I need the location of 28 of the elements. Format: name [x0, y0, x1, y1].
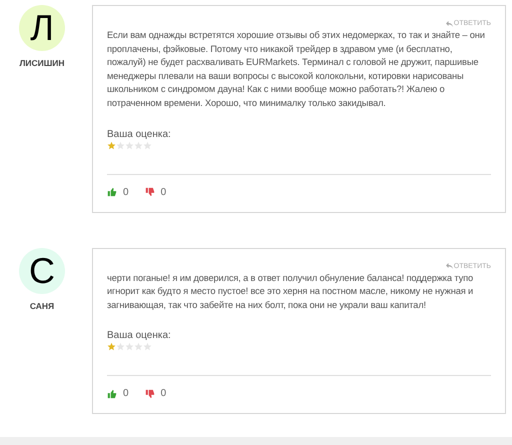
star-icon[interactable]: [116, 140, 125, 150]
dislike-count: 0: [160, 388, 166, 400]
star-icon[interactable]: [107, 342, 116, 352]
star-icon[interactable]: [134, 140, 143, 150]
star-icon[interactable]: [143, 140, 152, 150]
rating-label: Ваша оценка:: [107, 128, 171, 140]
star-icon[interactable]: [116, 342, 125, 352]
star-icon[interactable]: [134, 342, 143, 352]
reply-arrow-icon[interactable]: [446, 20, 453, 26]
thumbs-up-icon[interactable]: [107, 388, 117, 399]
avatar: Л: [19, 5, 65, 51]
star-icon[interactable]: [125, 342, 134, 352]
author-name: САНЯ: [30, 300, 54, 311]
dislike-count: 0: [160, 186, 166, 198]
rating-label: Ваша оценка:: [107, 330, 171, 342]
like-count: 0: [123, 388, 129, 400]
avatar: С: [19, 248, 65, 294]
author-name: ЛИСИШИН: [19, 58, 65, 68]
thumbs-down-icon[interactable]: [144, 187, 155, 198]
review-text: Если вам однажды встретятся хорошие отзывы об этих недомерках, то так и знайте – они проплачены, фэйковые. Потому что никакой трейдер в здравом уме (и бесплатно, пожалуй) не будет расхваливать EURMarkets. Терминал с головой не дружит, паршивые менеджеры плевали на ваши вопросы с высокой колокольни, котировки нарисованы школьником с синдромом дауна! Как с ними вообще можно работать?! Жалею о потраченном времени. Хорошо, что минималку только закидывал.: [107, 29, 486, 110]
thumbs-up-icon[interactable]: [107, 187, 117, 198]
star-icon[interactable]: [125, 140, 134, 150]
thumbs-down-icon[interactable]: [144, 388, 155, 399]
star-icon[interactable]: [107, 140, 116, 150]
review-text: черти поганые! я им доверился, а в ответ получил обнуление баланса! поддержка тупо игнорит как будто я место пустое! все это херня на постном масле, никому не нужная и загнивающая, так что забейте на них болт, пока они не украли ваш капитал!: [107, 272, 474, 312]
like-count: 0: [123, 186, 129, 198]
reply-arrow-icon[interactable]: [446, 263, 453, 270]
star-icon[interactable]: [143, 342, 152, 352]
